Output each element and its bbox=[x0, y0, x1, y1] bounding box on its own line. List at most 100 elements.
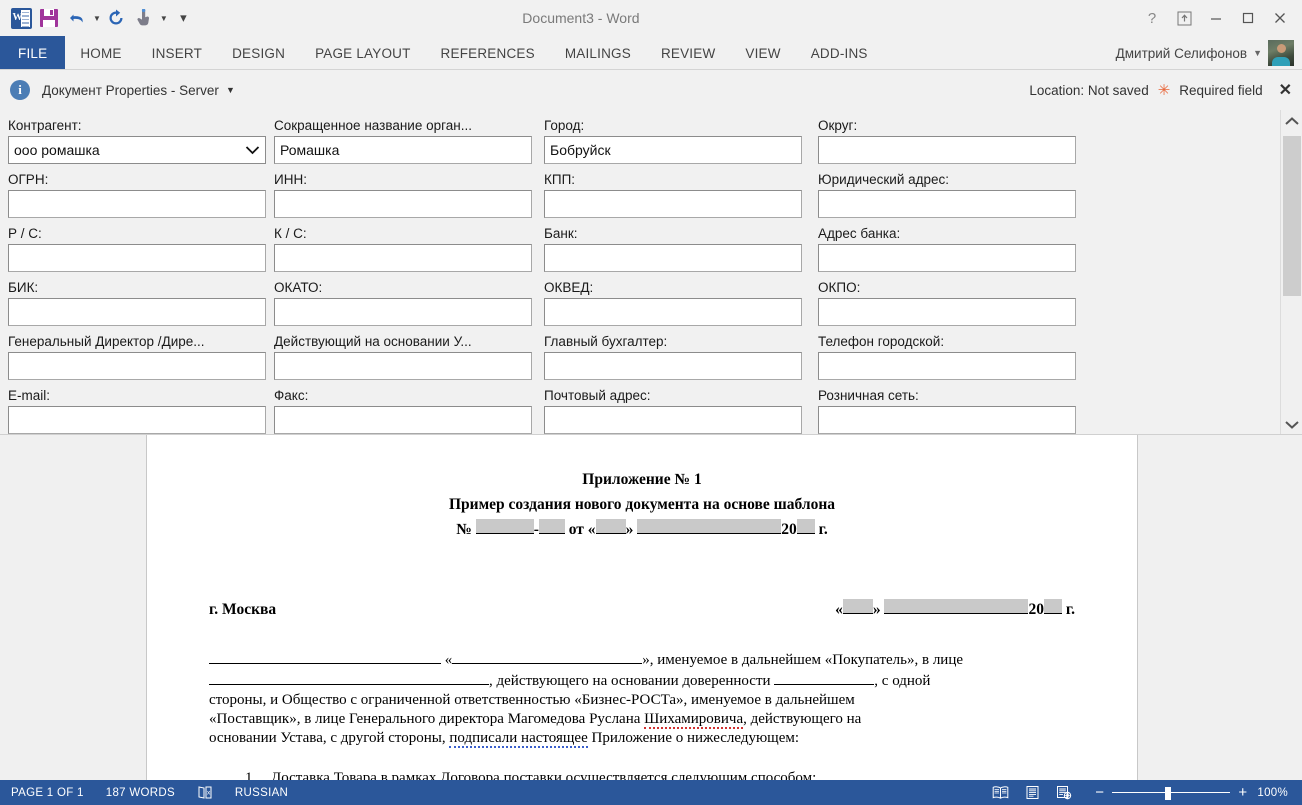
num-field-2[interactable] bbox=[538, 519, 565, 534]
field-okpo: ОКПО: bbox=[818, 278, 1076, 332]
tab-home[interactable]: HOME bbox=[65, 36, 136, 70]
user-name[interactable]: Дмитрий Селифонов bbox=[1116, 46, 1247, 61]
tab-references[interactable]: REFERENCES bbox=[426, 36, 550, 70]
field-fax: Факс: bbox=[274, 386, 532, 435]
status-word-count[interactable]: 187 WORDS bbox=[95, 787, 186, 799]
city-phone-input[interactable] bbox=[818, 352, 1076, 380]
field-inn: ИНН: bbox=[274, 170, 532, 224]
kpp-input[interactable] bbox=[544, 190, 802, 218]
zoom-slider-handle[interactable] bbox=[1165, 786, 1172, 800]
blank-buyer-short[interactable] bbox=[452, 649, 643, 664]
okrug-input[interactable] bbox=[818, 136, 1076, 164]
tab-review[interactable]: REVIEW bbox=[646, 36, 730, 70]
num-quote-close: » bbox=[625, 521, 634, 538]
status-language[interactable]: RUSSIAN bbox=[224, 787, 299, 799]
field-bik: БИК: bbox=[8, 278, 266, 332]
close-icon[interactable] bbox=[1264, 4, 1296, 32]
email-input[interactable] bbox=[8, 406, 266, 434]
bik-input[interactable] bbox=[8, 298, 266, 326]
ogrn-input[interactable] bbox=[8, 190, 266, 218]
redo-icon[interactable] bbox=[103, 5, 129, 31]
web-layout-icon[interactable] bbox=[1049, 782, 1079, 804]
tab-mailings[interactable]: MAILINGS bbox=[550, 36, 646, 70]
field-label: ИНН: bbox=[274, 172, 307, 187]
blank-buyer-name[interactable] bbox=[209, 649, 441, 664]
inn-input[interactable] bbox=[274, 190, 532, 218]
chief-accountant-input[interactable] bbox=[544, 352, 802, 380]
num-year-field[interactable] bbox=[796, 519, 815, 534]
property-row: Контрагент: ооо ромашка Сокращенное назв… bbox=[0, 116, 1262, 170]
touch-mode-dropdown-icon[interactable]: ▼ bbox=[160, 14, 168, 23]
panel-dropdown-icon[interactable]: ▼ bbox=[226, 85, 235, 95]
okved-input[interactable] bbox=[544, 298, 802, 326]
field-label: Действующий на основании У... bbox=[274, 334, 472, 349]
zoom-control: − + bbox=[1081, 785, 1255, 800]
field-label: Главный бухгалтер: bbox=[544, 334, 668, 349]
quick-access-toolbar: W ▼ ▼ ▾ bbox=[0, 5, 196, 31]
user-dropdown-icon[interactable]: ▼ bbox=[1253, 48, 1262, 58]
doc-heading-2: Пример создания нового документа на осно… bbox=[449, 496, 835, 513]
avatar[interactable] bbox=[1268, 40, 1294, 66]
minimize-icon[interactable] bbox=[1200, 4, 1232, 32]
scrollbar-thumb[interactable] bbox=[1283, 136, 1301, 296]
acting-on-basis-input[interactable] bbox=[274, 352, 532, 380]
document-canvas[interactable]: Приложение № 1 Пример создания нового до… bbox=[0, 435, 1302, 780]
panel-close-icon[interactable]: ✕ bbox=[1279, 80, 1292, 100]
undo-icon[interactable] bbox=[64, 5, 90, 31]
chevron-down-icon[interactable] bbox=[244, 142, 260, 158]
blank-representative[interactable] bbox=[209, 670, 489, 685]
scroll-up-icon[interactable] bbox=[1281, 110, 1302, 132]
tab-design[interactable]: DESIGN bbox=[217, 36, 300, 70]
properties-scrollbar[interactable] bbox=[1280, 110, 1302, 435]
zoom-in-button[interactable]: + bbox=[1238, 785, 1247, 800]
document-page[interactable]: Приложение № 1 Пример создания нового до… bbox=[146, 435, 1138, 780]
okato-input[interactable] bbox=[274, 298, 532, 326]
help-icon[interactable]: ? bbox=[1136, 4, 1168, 32]
customize-qat-icon[interactable]: ▾ bbox=[170, 5, 196, 31]
proofing-errors-icon[interactable]: x bbox=[186, 785, 224, 800]
scroll-down-icon[interactable] bbox=[1281, 413, 1302, 435]
bank-address-input[interactable] bbox=[818, 244, 1076, 272]
okpo-input[interactable] bbox=[818, 298, 1076, 326]
print-layout-icon[interactable] bbox=[1017, 782, 1047, 804]
tab-add-ins[interactable]: ADD-INS bbox=[796, 36, 883, 70]
zoom-slider[interactable] bbox=[1112, 786, 1231, 800]
retail-network-input[interactable] bbox=[818, 406, 1076, 434]
zoom-level[interactable]: 100% bbox=[1257, 787, 1292, 799]
city-input[interactable] bbox=[544, 136, 802, 164]
tab-view[interactable]: VIEW bbox=[730, 36, 795, 70]
field-label: Почтовый адрес: bbox=[544, 388, 651, 403]
field-city: Город: bbox=[544, 116, 802, 170]
general-director-input[interactable] bbox=[8, 352, 266, 380]
read-mode-icon[interactable] bbox=[985, 782, 1015, 804]
date-day-field[interactable] bbox=[842, 599, 873, 614]
kontragent-select[interactable]: ооо ромашка bbox=[8, 136, 266, 164]
ks-input[interactable] bbox=[274, 244, 532, 272]
postal-address-input[interactable] bbox=[544, 406, 802, 434]
tab-page-layout[interactable]: PAGE LAYOUT bbox=[300, 36, 425, 70]
word-logo-icon[interactable]: W bbox=[8, 5, 34, 31]
info-icon: i bbox=[10, 80, 30, 100]
fax-input[interactable] bbox=[274, 406, 532, 434]
blank-power-of-attorney[interactable] bbox=[774, 670, 875, 685]
zoom-out-button[interactable]: − bbox=[1095, 785, 1104, 800]
num-day-field[interactable] bbox=[595, 519, 626, 534]
maximize-icon[interactable] bbox=[1232, 4, 1264, 32]
bank-input[interactable] bbox=[544, 244, 802, 272]
undo-dropdown-icon[interactable]: ▼ bbox=[93, 14, 101, 23]
tab-insert[interactable]: INSERT bbox=[137, 36, 217, 70]
save-icon[interactable] bbox=[36, 5, 62, 31]
touch-mouse-mode-icon[interactable] bbox=[131, 5, 157, 31]
date-year-field[interactable] bbox=[1043, 599, 1062, 614]
legal-address-input[interactable] bbox=[818, 190, 1076, 218]
status-page[interactable]: PAGE 1 OF 1 bbox=[0, 787, 95, 799]
field-okved: ОКВЕД: bbox=[544, 278, 802, 332]
num-field-1[interactable] bbox=[475, 519, 534, 534]
date-month-field[interactable] bbox=[884, 599, 1029, 614]
rs-input[interactable] bbox=[8, 244, 266, 272]
doc-number-line: № - от «» 20 г. bbox=[209, 519, 1075, 539]
short-name-input[interactable] bbox=[274, 136, 532, 164]
num-month-field[interactable] bbox=[637, 519, 782, 534]
tab-file[interactable]: FILE bbox=[0, 36, 66, 70]
ribbon-display-options-icon[interactable] bbox=[1168, 4, 1200, 32]
